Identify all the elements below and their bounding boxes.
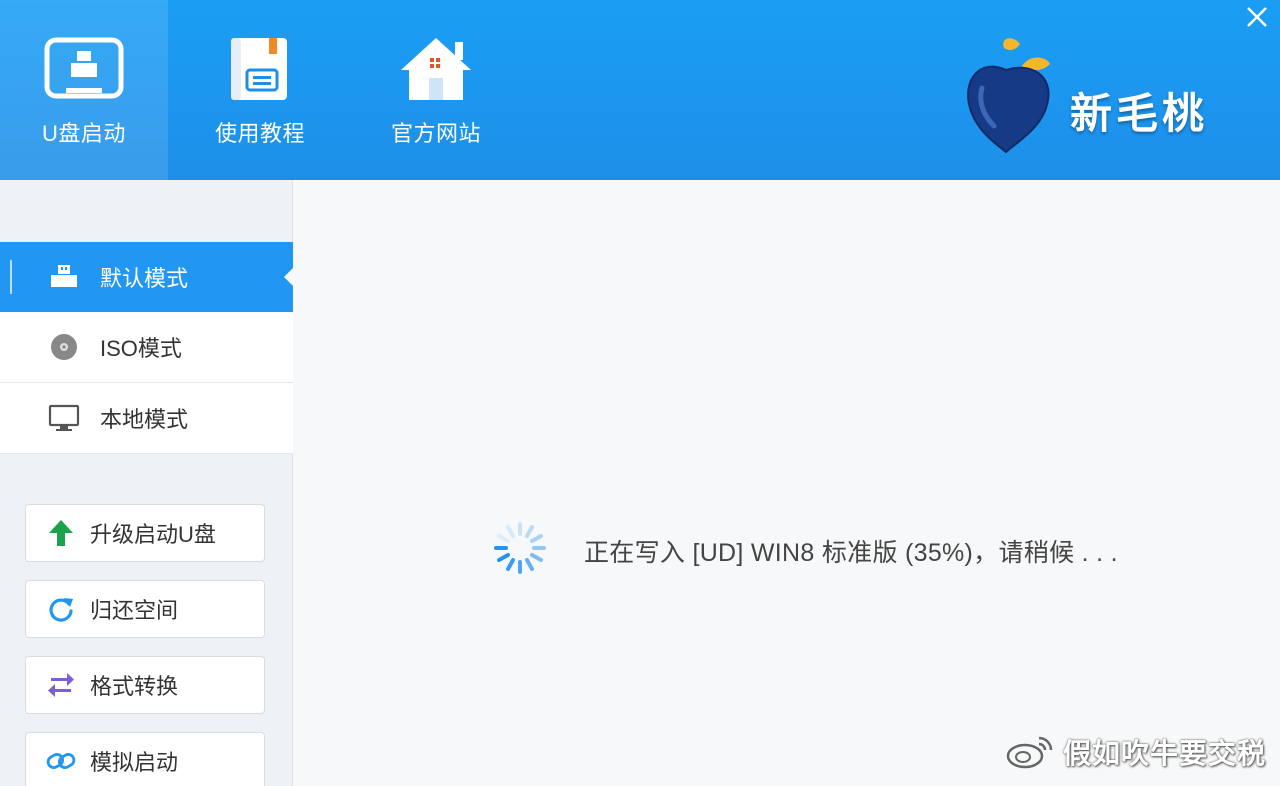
monitor-icon bbox=[48, 402, 80, 434]
refresh-icon bbox=[46, 594, 76, 624]
watermark: 假如吹牛要交税 bbox=[1005, 732, 1266, 772]
disc-icon bbox=[48, 331, 80, 363]
nav-tutorial[interactable]: 使用教程 bbox=[176, 0, 344, 180]
loading-spinner-icon bbox=[492, 520, 548, 581]
sidebar: 默认模式 ISO模式 本地模式 升级启动U盘 归还空间 格式转换 模拟启动 bbox=[0, 180, 293, 786]
peach-logo-icon bbox=[967, 38, 1050, 154]
tutorial-book-icon bbox=[220, 34, 300, 104]
mode-list: 默认模式 ISO模式 本地模式 bbox=[0, 242, 293, 454]
simulate-boot-button[interactable]: 模拟启动 bbox=[25, 732, 265, 786]
restore-space-button[interactable]: 归还空间 bbox=[25, 580, 265, 638]
tool-label: 格式转换 bbox=[90, 674, 179, 699]
close-button[interactable] bbox=[1242, 2, 1272, 32]
nav-label: 使用教程 bbox=[214, 121, 305, 146]
close-icon bbox=[1247, 7, 1267, 27]
mode-local[interactable]: 本地模式 bbox=[0, 383, 293, 454]
status-text: 正在写入 [UD] WIN8 标准版 (35%)，请稍候 . . . bbox=[584, 538, 1118, 567]
tool-label: 归还空间 bbox=[90, 598, 179, 623]
app-header: U盘启动 使用教程 官方网站 新毛桃 bbox=[0, 0, 1280, 180]
nav-official-site[interactable]: 官方网站 bbox=[352, 0, 520, 180]
link-icon bbox=[46, 746, 76, 776]
nav-label: 官方网站 bbox=[390, 121, 481, 146]
write-status: 正在写入 [UD] WIN8 标准版 (35%)，请稍候 . . . bbox=[492, 520, 1118, 581]
tool-label: 模拟启动 bbox=[90, 750, 179, 775]
mode-label: 默认模式 bbox=[100, 266, 189, 291]
upgrade-usb-button[interactable]: 升级启动U盘 bbox=[25, 504, 265, 562]
home-icon bbox=[396, 34, 476, 104]
swap-arrows-icon bbox=[46, 670, 76, 700]
mode-default[interactable]: 默认模式 bbox=[0, 242, 293, 312]
usb-drive-icon bbox=[48, 261, 80, 293]
upgrade-arrow-icon bbox=[46, 518, 76, 548]
nav-usb-boot[interactable]: U盘启动 bbox=[0, 0, 168, 180]
tool-label: 升级启动U盘 bbox=[90, 522, 216, 547]
weibo-icon bbox=[1006, 736, 1053, 769]
usb-boot-icon bbox=[44, 34, 124, 104]
format-convert-button[interactable]: 格式转换 bbox=[25, 656, 265, 714]
brand-name: 新毛桃 bbox=[1070, 90, 1209, 137]
main-panel: 正在写入 [UD] WIN8 标准版 (35%)，请稍候 . . . 假如吹牛要… bbox=[294, 180, 1280, 786]
nav-label: U盘启动 bbox=[42, 121, 126, 146]
mode-label: ISO模式 bbox=[100, 336, 182, 361]
mode-label: 本地模式 bbox=[100, 407, 189, 432]
watermark-text: 假如吹牛要交税 bbox=[1062, 738, 1266, 769]
brand-logo: 新毛桃 bbox=[960, 36, 1260, 156]
mode-iso[interactable]: ISO模式 bbox=[0, 312, 293, 383]
